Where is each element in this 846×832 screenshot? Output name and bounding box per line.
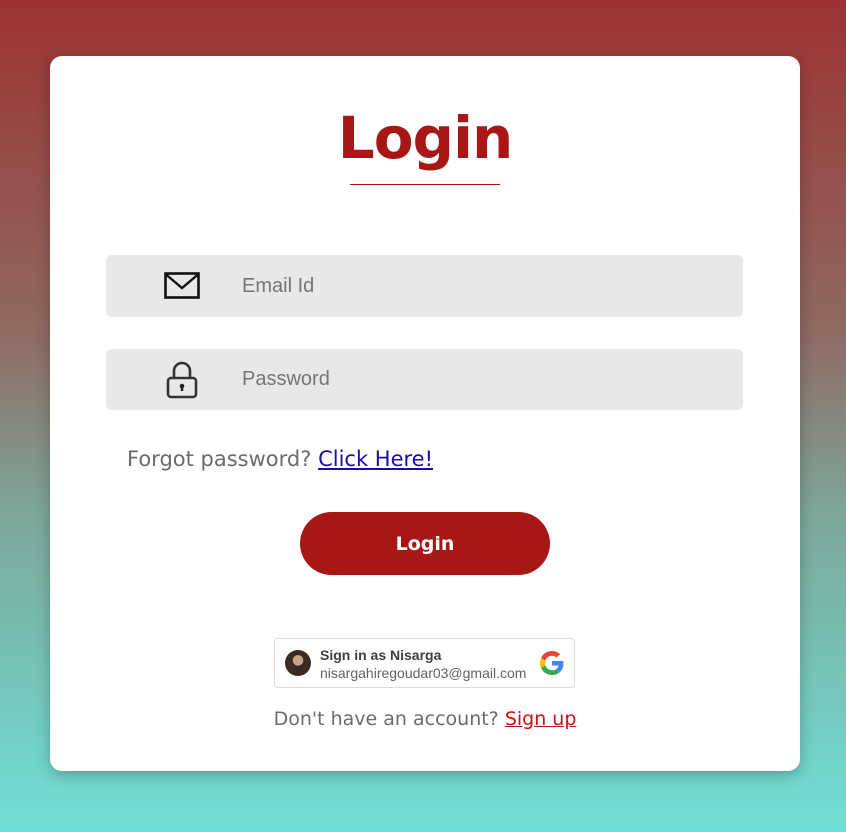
title-underline — [350, 184, 500, 185]
google-account-email: nisargahiregoudar03@gmail.com — [320, 665, 527, 681]
google-account-name: Sign in as Nisarga — [320, 647, 442, 663]
signup-link[interactable]: Sign up — [505, 708, 577, 730]
avatar — [285, 650, 311, 676]
lock-icon — [164, 361, 200, 399]
google-signin-button[interactable]: Sign in as Nisarga nisargahiregoudar03@g… — [274, 638, 575, 688]
email-input[interactable] — [242, 255, 722, 317]
signup-text: Don't have an account? — [273, 708, 499, 730]
page-title: Login — [337, 104, 514, 172]
forgot-password-text: Forgot password? — [127, 447, 312, 471]
password-field[interactable] — [106, 349, 743, 410]
signup-row: Don't have an account? Sign up — [50, 708, 800, 730]
login-button[interactable]: Login — [300, 512, 550, 575]
google-logo-icon — [540, 651, 564, 675]
login-card: Login Forgot password? Click Here! Login — [50, 56, 800, 771]
email-field[interactable] — [106, 255, 743, 317]
forgot-password-row: Forgot password? Click Here! — [127, 447, 433, 471]
forgot-password-link[interactable]: Click Here! — [318, 447, 433, 471]
password-input[interactable] — [242, 349, 722, 410]
envelope-icon — [164, 270, 200, 302]
